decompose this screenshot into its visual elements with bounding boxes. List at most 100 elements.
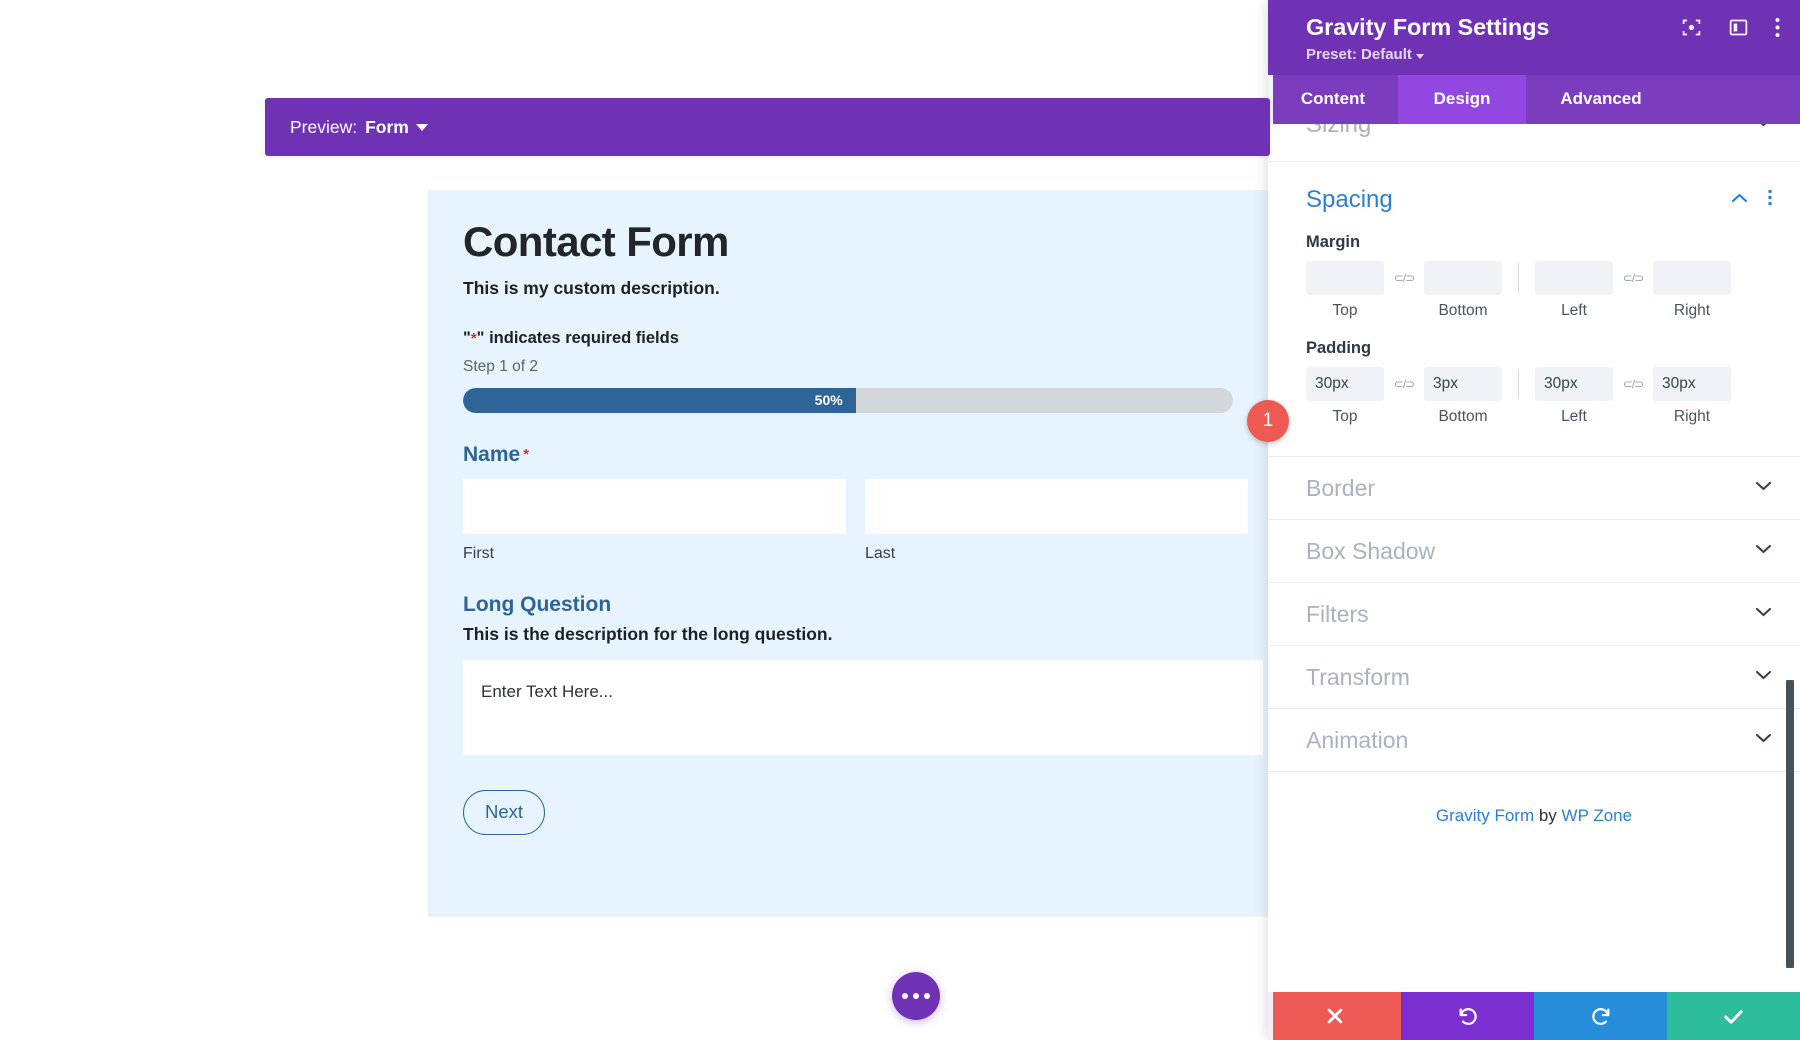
- panel-preset-selector[interactable]: Preset: Default: [1306, 46, 1778, 63]
- chevron-down-icon: [1755, 731, 1772, 749]
- required-fields-note: "*" indicates required fields: [463, 329, 1271, 348]
- panel-preset-label: Preset: Default: [1306, 46, 1412, 63]
- section-filters-label: Filters: [1306, 601, 1369, 628]
- required-asterisk-icon: *: [523, 446, 529, 463]
- chevron-down-icon: [1755, 605, 1772, 623]
- padding-left-input[interactable]: [1535, 367, 1613, 401]
- padding-right-label: Right: [1653, 408, 1731, 426]
- first-name-input[interactable]: [463, 479, 846, 534]
- ellipsis-dot-icon: [902, 993, 908, 999]
- last-name-input[interactable]: [865, 479, 1248, 534]
- section-sizing-label: Sizing: [1306, 124, 1371, 139]
- panel-footer-actions: [1268, 992, 1800, 1040]
- section-sizing[interactable]: Sizing: [1268, 124, 1800, 162]
- panel-header-icons: [1681, 17, 1780, 38]
- progress-bar-fill: 50%: [463, 388, 856, 413]
- kebab-menu-icon[interactable]: [1768, 189, 1772, 211]
- settings-panel: Gravity Form Settings Preset: Default: [1268, 0, 1800, 1040]
- close-button[interactable]: [1268, 992, 1401, 1040]
- padding-group-label: Padding: [1306, 339, 1772, 358]
- chevron-down-icon: [1416, 54, 1424, 59]
- section-animation[interactable]: Animation: [1268, 709, 1800, 772]
- floating-actions-button[interactable]: [892, 972, 940, 1020]
- preview-mode-bar[interactable]: Preview: Form: [265, 98, 1270, 156]
- section-transform[interactable]: Transform: [1268, 646, 1800, 709]
- tab-design[interactable]: Design: [1398, 75, 1526, 124]
- margin-group-label: Margin: [1306, 233, 1772, 252]
- section-animation-label: Animation: [1306, 727, 1408, 754]
- padding-top-input[interactable]: [1306, 367, 1384, 401]
- form-description: This is my custom description.: [463, 278, 1271, 299]
- margin-top-input[interactable]: [1306, 261, 1384, 295]
- tab-content[interactable]: Content: [1268, 75, 1398, 124]
- redo-button[interactable]: [1534, 992, 1667, 1040]
- progress-percent-label: 50%: [815, 392, 843, 408]
- padding-labels-row: Top Bottom Left Right: [1306, 408, 1772, 426]
- margin-right-input[interactable]: [1653, 261, 1731, 295]
- form-preview-container: Contact Form This is my custom descripti…: [428, 190, 1271, 917]
- link-sides-icon[interactable]: ⊂/⊃: [1384, 377, 1424, 391]
- chevron-down-icon: [1755, 124, 1772, 133]
- panel-branding: Gravity Form by WP Zone: [1268, 772, 1800, 826]
- preview-label: Preview:: [290, 117, 357, 138]
- name-last-column: Last: [865, 479, 1248, 563]
- section-spacing-label: Spacing: [1306, 186, 1393, 214]
- app-root: Preview: Form Contact Form This is my cu…: [0, 0, 1800, 1040]
- section-spacing: Spacing Marg: [1268, 162, 1800, 457]
- link-sides-icon[interactable]: ⊂/⊃: [1613, 377, 1653, 391]
- padding-bottom-label: Bottom: [1424, 408, 1502, 426]
- section-box-shadow[interactable]: Box Shadow: [1268, 520, 1800, 583]
- preview-value: Form: [365, 117, 409, 138]
- panel-tabs: Content Design Advanced: [1268, 75, 1800, 124]
- divider: [1518, 369, 1519, 399]
- margin-top-label: Top: [1306, 302, 1384, 320]
- margin-left-label: Left: [1535, 302, 1613, 320]
- section-transform-label: Transform: [1306, 664, 1410, 691]
- step-indicator: Step 1 of 2: [463, 358, 1271, 376]
- name-first-column: First: [463, 479, 846, 563]
- branding-vendor-link[interactable]: WP Zone: [1562, 806, 1633, 825]
- fullscreen-icon[interactable]: [1681, 17, 1702, 38]
- name-field-row: First Last: [463, 479, 1263, 563]
- panel-scrollbar[interactable]: [1786, 680, 1794, 968]
- margin-right-label: Right: [1653, 302, 1731, 320]
- section-border[interactable]: Border: [1268, 457, 1800, 520]
- next-button[interactable]: Next: [463, 790, 545, 835]
- progress-bar: 50%: [463, 388, 1233, 413]
- padding-bottom-input[interactable]: [1424, 367, 1502, 401]
- padding-right-input[interactable]: [1653, 367, 1731, 401]
- branding-product-link[interactable]: Gravity Form: [1436, 806, 1534, 825]
- link-sides-icon[interactable]: ⊂/⊃: [1613, 271, 1653, 285]
- section-filters[interactable]: Filters: [1268, 583, 1800, 646]
- long-question-description: This is the description for the long que…: [463, 624, 1271, 645]
- chevron-down-icon: [1755, 668, 1772, 686]
- save-button[interactable]: [1667, 992, 1800, 1040]
- name-label-text: Name: [463, 443, 520, 466]
- kebab-menu-icon[interactable]: [1775, 17, 1780, 38]
- margin-bottom-input[interactable]: [1424, 261, 1502, 295]
- margin-inputs-row: ⊂/⊃ ⊂/⊃: [1306, 261, 1772, 295]
- section-spacing-header[interactable]: Spacing: [1306, 186, 1772, 214]
- last-name-sublabel: Last: [865, 545, 1248, 563]
- link-sides-icon[interactable]: ⊂/⊃: [1384, 271, 1424, 285]
- margin-labels-row: Top Bottom Left Right: [1306, 302, 1772, 320]
- long-question-label: Long Question: [463, 593, 1271, 617]
- tab-advanced[interactable]: Advanced: [1526, 75, 1676, 124]
- undo-button[interactable]: [1401, 992, 1534, 1040]
- panel-scroll-area: Sizing Spacing: [1268, 124, 1800, 992]
- panel-header: Gravity Form Settings Preset: Default: [1268, 0, 1800, 75]
- divider: [1518, 263, 1519, 293]
- padding-top-label: Top: [1306, 408, 1384, 426]
- margin-bottom-label: Bottom: [1424, 302, 1502, 320]
- branding-by-text: by: [1534, 806, 1561, 825]
- chevron-down-icon: [416, 124, 428, 131]
- chevron-up-icon[interactable]: [1731, 191, 1748, 209]
- section-border-label: Border: [1306, 475, 1375, 502]
- section-box-shadow-label: Box Shadow: [1306, 538, 1435, 565]
- padding-left-label: Left: [1535, 408, 1613, 426]
- chevron-down-icon: [1755, 542, 1772, 560]
- long-question-textarea[interactable]: Enter Text Here...: [463, 660, 1263, 755]
- margin-left-input[interactable]: [1535, 261, 1613, 295]
- ellipsis-dot-icon: [924, 993, 930, 999]
- layout-columns-icon[interactable]: [1728, 17, 1749, 38]
